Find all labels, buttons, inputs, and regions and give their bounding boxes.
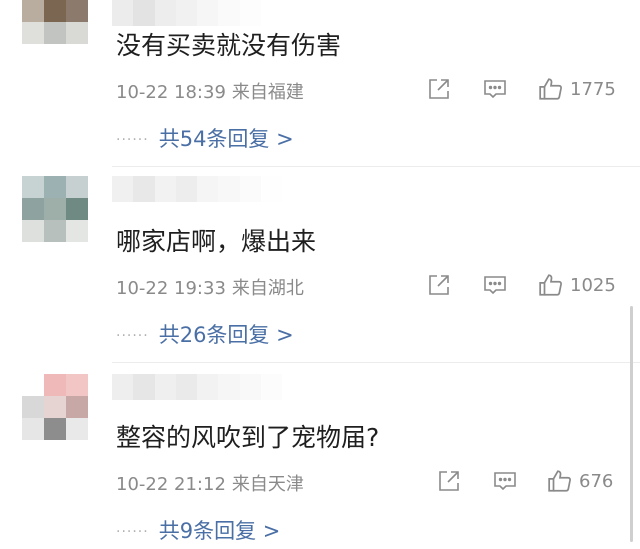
like-button[interactable]: 1025 xyxy=(538,272,616,298)
view-replies-link[interactable]: ······ 共54条回复 > xyxy=(116,123,294,153)
replies-dots: ······ xyxy=(116,328,149,344)
replies-dots: ······ xyxy=(116,132,149,148)
replies-label: 共9条回复 > xyxy=(158,519,281,543)
username-blurred[interactable] xyxy=(112,176,282,202)
thumbs-up-icon xyxy=(539,274,562,296)
thumbs-up-icon xyxy=(548,470,571,492)
comment-icon[interactable] xyxy=(493,469,517,493)
divider xyxy=(112,166,640,167)
view-replies-link[interactable]: ······ 共26条回复 > xyxy=(116,319,294,349)
divider xyxy=(112,362,640,363)
comment-location: 来自福建 xyxy=(231,82,304,103)
username-blurred[interactable] xyxy=(112,374,282,400)
scrollbar[interactable] xyxy=(630,306,633,542)
comment-location: 来自湖北 xyxy=(231,278,304,299)
share-icon[interactable] xyxy=(437,469,461,493)
comment-icon[interactable] xyxy=(483,77,507,101)
like-button[interactable]: 676 xyxy=(547,468,613,494)
share-icon[interactable] xyxy=(427,77,451,101)
like-count: 1775 xyxy=(570,78,616,100)
username-blurred[interactable] xyxy=(112,0,282,26)
avatar[interactable] xyxy=(22,374,88,440)
replies-label: 共54条回复 > xyxy=(158,127,294,151)
avatar[interactable] xyxy=(22,176,88,242)
comment-icon[interactable] xyxy=(483,273,507,297)
like-count: 1025 xyxy=(570,274,616,296)
view-replies-link[interactable]: ······ 共9条回复 > xyxy=(116,515,280,545)
share-icon[interactable] xyxy=(427,273,451,297)
replies-dots: ······ xyxy=(116,524,149,540)
comment-meta: 10-22 21:12 来自天津 xyxy=(116,470,304,496)
comment-meta: 10-22 18:39 来自福建 xyxy=(116,78,304,104)
comment-date: 10-22 21:12 xyxy=(116,474,226,495)
comment-date: 10-22 18:39 xyxy=(116,82,226,103)
like-count: 676 xyxy=(579,470,614,492)
comment-text: 整容的风吹到了宠物届? xyxy=(116,423,380,452)
thumbs-up-icon xyxy=(539,78,562,100)
comment-text: 哪家店啊，爆出来 xyxy=(116,227,317,256)
comment-location: 来自天津 xyxy=(231,474,304,495)
like-button[interactable]: 1775 xyxy=(538,76,616,102)
replies-label: 共26条回复 > xyxy=(158,323,294,347)
comment-text: 没有买卖就没有伤害 xyxy=(116,31,342,60)
comment-date: 10-22 19:33 xyxy=(116,278,226,299)
comment-meta: 10-22 19:33 来自湖北 xyxy=(116,274,304,300)
avatar[interactable] xyxy=(22,0,88,44)
